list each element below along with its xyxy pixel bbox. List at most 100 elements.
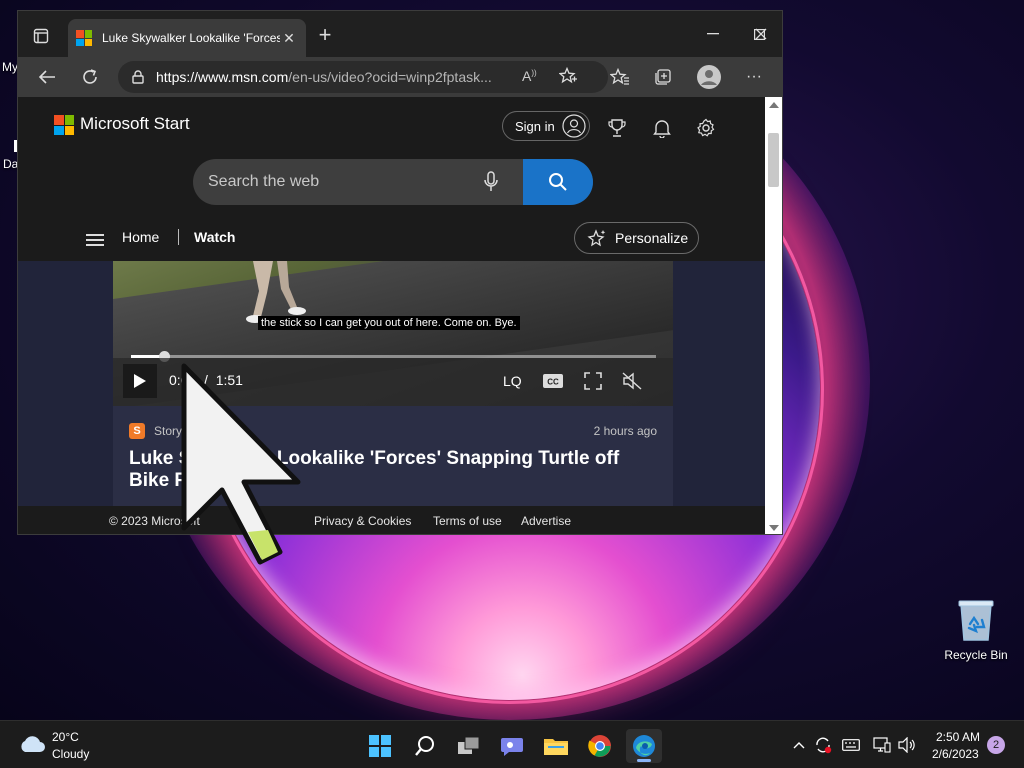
msn-header: Microsoft Start Sign in Search the web H… bbox=[18, 97, 765, 261]
microsoft-logo-icon[interactable] bbox=[54, 115, 74, 135]
tab-actions-button[interactable] bbox=[30, 25, 52, 47]
profile-avatar-icon bbox=[697, 65, 721, 89]
active-tab[interactable]: Luke Skywalker Lookalike 'Forces ✕ bbox=[68, 19, 306, 57]
favorites-icon bbox=[610, 68, 629, 85]
chat-icon bbox=[501, 738, 523, 756]
refresh-icon bbox=[83, 69, 97, 84]
sync-icon[interactable] bbox=[813, 735, 833, 755]
notification-badge[interactable]: 2 bbox=[987, 736, 1005, 754]
weather-temperature[interactable]: 20°C bbox=[52, 730, 79, 744]
address-bar[interactable]: https://www.msn.com/en-us/video?ocid=win… bbox=[118, 61, 608, 93]
taskbar-search-button[interactable] bbox=[407, 729, 443, 763]
edge-icon bbox=[633, 735, 655, 757]
active-app-indicator bbox=[637, 759, 651, 762]
play-button[interactable] bbox=[123, 364, 157, 398]
settings-more-icon[interactable]: ··· bbox=[742, 65, 766, 89]
weather-condition[interactable]: Cloudy bbox=[52, 747, 89, 761]
read-aloud-icon[interactable]: A)) bbox=[522, 68, 537, 84]
clock-time[interactable]: 2:50 AM bbox=[936, 730, 980, 744]
windows-logo-icon bbox=[369, 735, 391, 757]
add-favorite-icon[interactable] bbox=[558, 66, 577, 90]
back-button[interactable] bbox=[35, 65, 59, 89]
footer-privacy-link[interactable]: Privacy & Cookies bbox=[314, 514, 411, 528]
task-view-icon bbox=[458, 736, 480, 754]
minimize-spacer bbox=[690, 21, 736, 47]
collections-button[interactable] bbox=[651, 65, 675, 89]
keyboard-icon[interactable] bbox=[841, 735, 861, 755]
vertical-scrollbar[interactable] bbox=[765, 97, 782, 534]
chrome-icon bbox=[588, 735, 611, 757]
article-timestamp: 2 hours ago bbox=[593, 424, 657, 438]
profile-button[interactable] bbox=[697, 65, 721, 89]
recycle-bin-icon bbox=[958, 600, 994, 641]
nav-watch[interactable]: Watch bbox=[194, 229, 235, 245]
back-arrow-icon bbox=[38, 70, 55, 84]
file-explorer-button[interactable] bbox=[538, 729, 574, 763]
taskbar: 20°C Cloudy 2:50 AM 2/6/2023 2 bbox=[0, 720, 1024, 768]
quality-button[interactable]: LQ bbox=[503, 373, 522, 389]
search-placeholder: Search the web bbox=[208, 173, 320, 190]
search-icon bbox=[549, 173, 567, 191]
start-button[interactable] bbox=[362, 729, 398, 763]
notifications-bell-icon[interactable] bbox=[651, 117, 673, 139]
show-hidden-icons-chevron-icon[interactable] bbox=[789, 735, 809, 755]
browser-toolbar: https://www.msn.com/en-us/video?ocid=win… bbox=[18, 57, 782, 97]
network-icon[interactable] bbox=[872, 735, 892, 755]
favorites-button[interactable] bbox=[608, 65, 632, 89]
source-logo-icon: S bbox=[129, 423, 145, 439]
nav-divider bbox=[178, 229, 179, 245]
sign-in-label: Sign in bbox=[515, 118, 555, 134]
task-view-button[interactable] bbox=[451, 729, 487, 763]
lock-icon bbox=[132, 70, 144, 84]
search-submit-button[interactable] bbox=[523, 159, 593, 205]
nav-home[interactable]: Home bbox=[122, 229, 159, 245]
microphone-icon[interactable] bbox=[483, 171, 499, 198]
mouse-pointer-icon bbox=[181, 363, 301, 565]
recycle-bin[interactable]: Recycle Bin bbox=[940, 598, 1012, 662]
close-icon bbox=[755, 28, 767, 40]
url-text: https://www.msn.com/en-us/video?ocid=win… bbox=[156, 69, 498, 85]
weather-widget[interactable] bbox=[18, 733, 46, 760]
web-page: Microsoft Start Sign in Search the web H… bbox=[18, 97, 765, 534]
scroll-thumb[interactable] bbox=[768, 133, 779, 187]
recycle-bin-label: Recycle Bin bbox=[944, 648, 1008, 662]
edge-browser-window: Luke Skywalker Lookalike 'Forces ✕ + htt… bbox=[17, 10, 783, 535]
url-path: /en-us/video?ocid=winp2fptask... bbox=[288, 69, 492, 85]
folder-icon bbox=[544, 739, 568, 755]
mute-volume-icon[interactable] bbox=[621, 371, 643, 391]
personalize-label: Personalize bbox=[615, 230, 689, 246]
play-icon bbox=[134, 374, 146, 388]
refresh-button[interactable] bbox=[78, 65, 102, 89]
tab-bar: Luke Skywalker Lookalike 'Forces ✕ + bbox=[18, 11, 782, 57]
search-icon bbox=[415, 736, 434, 756]
volume-icon[interactable] bbox=[897, 735, 917, 755]
url-host: https://www.msn.com bbox=[156, 69, 289, 85]
sparkle-star-icon bbox=[587, 229, 606, 247]
brand-title[interactable]: Microsoft Start bbox=[80, 114, 190, 134]
fullscreen-icon[interactable] bbox=[582, 371, 604, 391]
sign-in-button[interactable]: Sign in bbox=[502, 111, 590, 141]
cc-text: CC bbox=[547, 378, 559, 387]
teams-chat-button[interactable] bbox=[494, 729, 530, 763]
close-window-button[interactable] bbox=[738, 21, 782, 47]
tab-actions-icon bbox=[33, 28, 49, 44]
tab-close-icon[interactable]: ✕ bbox=[280, 30, 298, 47]
closed-captions-icon[interactable]: CC bbox=[542, 371, 564, 391]
web-search-box[interactable]: Search the web bbox=[193, 159, 593, 205]
footer-terms-link[interactable]: Terms of use bbox=[433, 514, 502, 528]
scroll-up-arrow-icon[interactable] bbox=[769, 102, 779, 108]
hamburger-menu-icon[interactable] bbox=[86, 234, 104, 249]
settings-gear-icon[interactable] bbox=[695, 117, 717, 139]
new-tab-button[interactable]: + bbox=[314, 24, 336, 46]
edge-button[interactable] bbox=[626, 729, 662, 763]
personalize-button[interactable]: Personalize bbox=[574, 222, 699, 254]
scroll-down-arrow-icon[interactable] bbox=[769, 525, 779, 531]
footer-advertise-link[interactable]: Advertise bbox=[521, 514, 571, 528]
rewards-trophy-icon[interactable] bbox=[606, 117, 628, 139]
tab-title: Luke Skywalker Lookalike 'Forces bbox=[102, 31, 280, 45]
msn-favicon-icon bbox=[76, 30, 92, 46]
page-footer: © 2023 Microsoft Privacy & Cookies Terms… bbox=[18, 506, 765, 534]
clock-date[interactable]: 2/6/2023 bbox=[932, 747, 979, 761]
chrome-button[interactable] bbox=[582, 729, 618, 763]
user-icon bbox=[562, 114, 586, 138]
